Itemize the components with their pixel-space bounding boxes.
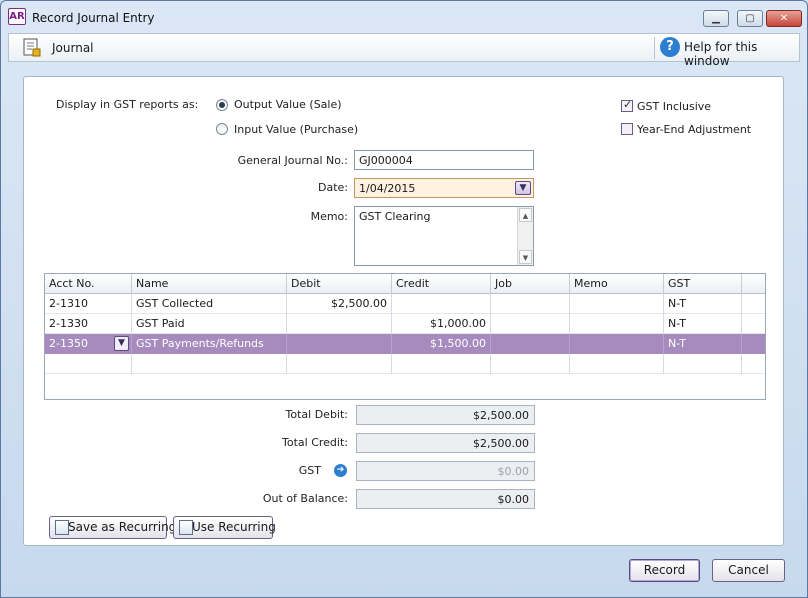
title-bar: AR Record Journal Entry ▁ ▢ ✕ <box>1 1 807 35</box>
app-logo-icon: AR <box>8 8 26 25</box>
cell-acct-no[interactable]: 2-1330 <box>45 314 132 334</box>
acct-dropdown-icon[interactable]: ▼ <box>114 336 129 351</box>
grid-header-row: Acct No. Name Debit Credit Job Memo GST <box>45 274 765 294</box>
help-for-this-window-link[interactable]: Help for this window <box>684 40 799 68</box>
total-credit-value: $2,500.00 <box>356 433 535 453</box>
cell-acct-no[interactable] <box>45 354 132 374</box>
cell-acct-no-value: 2-1350 <box>49 337 88 350</box>
total-debit-value: $2,500.00 <box>356 405 535 425</box>
total-credit-label: Total Credit: <box>282 436 348 449</box>
toolbar-separator <box>654 37 655 59</box>
journal-no-input[interactable]: GJ000004 <box>354 150 534 170</box>
col-header-acct-no[interactable]: Acct No. <box>45 274 132 294</box>
gst-detail-arrow-icon[interactable]: ➔ <box>334 464 347 477</box>
input-value-label[interactable]: Input Value (Purchase) <box>234 123 358 136</box>
input-value-radio[interactable] <box>216 123 228 135</box>
cell-memo[interactable] <box>570 354 664 374</box>
cell-gst[interactable] <box>664 354 742 374</box>
total-debit-label: Total Debit: <box>285 408 348 421</box>
journal-no-label: General Journal No.: <box>237 154 348 167</box>
save-as-recurring-label: Save as Recurring <box>68 520 177 534</box>
memo-textarea[interactable]: GST Clearing ▲ ▼ <box>354 206 534 266</box>
gst-total-label: GST <box>298 464 321 477</box>
output-value-label[interactable]: Output Value (Sale) <box>234 98 342 111</box>
cell-name[interactable]: GST Paid <box>132 314 287 334</box>
minimize-button[interactable]: ▁ <box>703 10 729 27</box>
gst-total-value: $0.00 <box>356 461 535 481</box>
record-button[interactable]: Record <box>629 559 700 582</box>
year-end-adjustment-label[interactable]: Year-End Adjustment <box>637 123 751 136</box>
memo-scrollbar[interactable]: ▲ ▼ <box>517 207 533 265</box>
gst-display-label: Display in GST reports as: <box>56 98 199 111</box>
use-recurring-button[interactable]: Use Recurring <box>173 516 276 539</box>
cell-gst[interactable]: N-T <box>664 294 742 314</box>
cell-debit[interactable]: $2,500.00 <box>287 294 392 314</box>
col-header-memo[interactable]: Memo <box>570 274 664 294</box>
toolbar: Journal ? Help for this window <box>8 33 800 68</box>
date-dropdown-icon[interactable]: ▼ <box>515 181 531 195</box>
scroll-down-icon[interactable]: ▼ <box>519 250 532 264</box>
maximize-button[interactable]: ▢ <box>737 10 763 27</box>
cell-credit[interactable] <box>392 294 491 314</box>
cell-memo[interactable] <box>570 314 664 334</box>
use-recurring-label: Use Recurring <box>192 520 276 534</box>
record-journal-entry-window: AR Record Journal Entry ▁ ▢ ✕ Journal ? … <box>0 0 808 598</box>
memo-value: GST Clearing <box>359 210 431 223</box>
date-input[interactable]: 1/04/2015 <box>354 178 534 198</box>
gst-inclusive-label[interactable]: GST Inclusive <box>637 100 711 113</box>
journal-icon <box>23 38 41 57</box>
cell-gst[interactable]: N-T <box>664 314 742 334</box>
col-header-job[interactable]: Job <box>491 274 570 294</box>
cell-debit[interactable] <box>287 354 392 374</box>
col-header-gst[interactable]: GST <box>664 274 742 294</box>
date-label: Date: <box>318 181 348 194</box>
year-end-adjustment-checkbox[interactable] <box>621 123 633 135</box>
journal-form-panel: Display in GST reports as: Output Value … <box>23 76 784 546</box>
cancel-button[interactable]: Cancel <box>712 559 785 582</box>
use-recurring-icon <box>179 520 193 535</box>
table-row[interactable]: 2-1310 GST Collected $2,500.00 N-T <box>45 294 765 314</box>
cell-name[interactable]: GST Collected <box>132 294 287 314</box>
cell-gst[interactable]: N-T <box>664 334 742 354</box>
cell-job[interactable] <box>491 294 570 314</box>
out-of-balance-value: $0.00 <box>356 489 535 509</box>
table-row[interactable]: 2-1330 GST Paid $1,000.00 N-T <box>45 314 765 334</box>
col-header-credit[interactable]: Credit <box>392 274 491 294</box>
cell-job[interactable] <box>491 334 570 354</box>
out-of-balance-label: Out of Balance: <box>262 492 348 505</box>
table-row-selected[interactable]: 2-1350 ▼ GST Payments/Refunds $1,500.00 … <box>45 334 765 354</box>
output-value-radio[interactable] <box>216 99 228 111</box>
save-recurring-icon <box>55 520 69 535</box>
cell-name[interactable] <box>132 354 287 374</box>
gst-inclusive-checkbox[interactable] <box>621 98 633 112</box>
journal-label: Journal <box>52 41 94 55</box>
memo-label: Memo: <box>310 210 348 223</box>
table-row-empty[interactable] <box>45 354 765 374</box>
col-header-filler <box>742 274 765 294</box>
cell-job[interactable] <box>491 354 570 374</box>
journal-lines-grid: Acct No. Name Debit Credit Job Memo GST … <box>44 273 766 400</box>
help-icon[interactable]: ? <box>660 37 680 57</box>
col-header-name[interactable]: Name <box>132 274 287 294</box>
cell-memo[interactable] <box>570 334 664 354</box>
date-value: 1/04/2015 <box>359 182 416 195</box>
cell-acct-no[interactable]: 2-1310 <box>45 294 132 314</box>
cell-job[interactable] <box>491 314 570 334</box>
cell-name[interactable]: GST Payments/Refunds <box>132 334 287 354</box>
window-title: Record Journal Entry <box>32 11 155 25</box>
cell-memo[interactable] <box>570 294 664 314</box>
col-header-debit[interactable]: Debit <box>287 274 392 294</box>
cell-debit[interactable] <box>287 314 392 334</box>
cell-credit[interactable]: $1,000.00 <box>392 314 491 334</box>
save-as-recurring-button[interactable]: Save as Recurring <box>49 516 176 539</box>
cell-credit[interactable] <box>392 354 491 374</box>
cell-credit[interactable]: $1,500.00 <box>392 334 491 354</box>
cell-debit[interactable] <box>287 334 392 354</box>
close-button[interactable]: ✕ <box>766 10 802 27</box>
scroll-up-icon[interactable]: ▲ <box>519 208 532 222</box>
